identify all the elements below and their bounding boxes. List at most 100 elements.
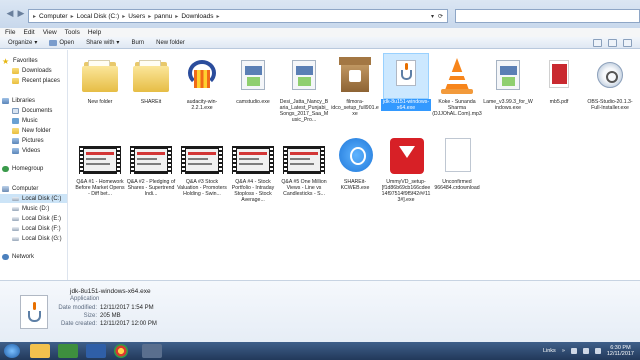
details-value: 205 MB	[100, 313, 121, 319]
vlc-cone-icon	[435, 54, 479, 98]
view-options-icon[interactable]	[593, 39, 602, 47]
help-icon[interactable]	[623, 39, 632, 47]
file-item[interactable]: Desi_Jatta_Nancy_Baria_Latest_Punjabi_So…	[280, 54, 328, 123]
share-with-button[interactable]: Share with ▾	[86, 39, 119, 47]
nav-computer[interactable]: Computer	[2, 184, 38, 193]
file-item[interactable]: Unconfirmed 966484.crdownload	[434, 134, 480, 191]
open-label: Open	[59, 39, 75, 46]
new-folder-button[interactable]: New folder	[156, 40, 185, 46]
file-item[interactable]: Q&A #4 - Stock Portfolio - Intraday Stop…	[230, 134, 276, 203]
links-toolbar[interactable]: Links	[543, 348, 556, 354]
file-item[interactable]: Koke - Sunanda Sharma (DJJOhAL.Com).mp3	[432, 54, 482, 117]
nav-local-disk-e[interactable]: Local Disk (E:)	[12, 214, 61, 223]
ummy-download-icon	[384, 134, 428, 178]
nav-label: New folder	[22, 127, 51, 134]
installer-icon	[231, 54, 275, 98]
file-label: Q&A #5 One Million Views - Line vs Candl…	[281, 179, 327, 197]
menu-view[interactable]: View	[43, 29, 57, 36]
file-item-selected[interactable]: jdk-8u151-windows-x64.exe	[381, 53, 431, 111]
nav-label: Music	[22, 117, 38, 124]
nav-libraries[interactable]: Libraries	[2, 96, 35, 105]
nav-network[interactable]: Network	[2, 252, 34, 261]
file-item[interactable]: filmora-idco_setup_full901.exe	[331, 54, 379, 117]
file-label: camstudio.exe	[236, 99, 270, 105]
video-thumbnail-icon	[231, 134, 275, 178]
nav-homegroup[interactable]: Homegroup	[2, 164, 43, 173]
breadcrumb-computer[interactable]: Computer	[39, 13, 68, 20]
nav-local-disk-f[interactable]: Local Disk (F:)	[12, 224, 61, 233]
open-button[interactable]: Open	[49, 39, 75, 46]
chevron-right-icon: ▸	[122, 13, 126, 20]
search-input[interactable]	[455, 9, 640, 23]
file-item[interactable]: Q&A #5 One Million Views - Line vs Candl…	[281, 134, 327, 197]
nav-label: Network	[12, 253, 35, 260]
drive-icon	[12, 236, 19, 241]
chevron-right-icon: ▸	[148, 13, 152, 20]
file-label: Lame_v3.99.3_for_Windows.exe	[483, 99, 533, 111]
file-item[interactable]: New folder	[77, 54, 123, 105]
file-label: SHAREit	[140, 99, 162, 105]
burn-button[interactable]: Burn	[131, 40, 144, 46]
nav-downloads[interactable]: Downloads	[12, 66, 52, 75]
nav-music[interactable]: Music	[12, 116, 38, 125]
file-item[interactable]: UmmyVD_setup-[f1d86b69cb166cdee14f97514f…	[382, 134, 430, 203]
menu-file[interactable]: File	[5, 29, 15, 36]
nav-recent-places[interactable]: Recent places	[12, 76, 60, 85]
menu-tools[interactable]: Tools	[65, 29, 80, 36]
window-app-icon[interactable]	[142, 344, 162, 358]
libraries-icon	[2, 97, 9, 104]
nav-label: Videos	[22, 147, 41, 154]
refresh-icon[interactable]: ⟳	[438, 13, 443, 20]
nav-label: Local Disk (C:)	[22, 195, 62, 202]
breadcrumb-users[interactable]: Users	[128, 13, 145, 20]
file-item[interactable]: mb5.pdf	[536, 54, 582, 105]
breadcrumb-local-disk[interactable]: Local Disk (C:)	[77, 13, 120, 20]
menu-edit[interactable]: Edit	[23, 29, 34, 36]
media-player-icon[interactable]	[86, 344, 106, 358]
shareit-icon	[333, 134, 377, 178]
open-icon	[49, 39, 58, 46]
nav-local-disk-g[interactable]: Local Disk (G:)	[12, 234, 62, 243]
clock[interactable]: 6:30 PM 12/11/2017	[607, 345, 634, 357]
breadcrumb-user[interactable]: pannu	[154, 13, 172, 20]
media-app-icon[interactable]	[58, 344, 78, 358]
breadcrumb-downloads[interactable]: Downloads	[181, 13, 213, 20]
file-item[interactable]: camstudio.exe	[230, 54, 276, 105]
nav-label: Documents	[22, 107, 53, 114]
explorer-icon[interactable]	[30, 344, 50, 358]
nav-music-d[interactable]: Music (D:)	[12, 204, 49, 213]
file-item[interactable]: Lame_v3.99.3_for_Windows.exe	[483, 54, 533, 111]
start-button[interactable]	[4, 344, 20, 358]
organize-button[interactable]: Organize ▾	[8, 39, 37, 47]
file-label: Koke - Sunanda Sharma (DJJOhAL.Com).mp3	[432, 99, 482, 117]
java-icon	[20, 295, 48, 329]
file-item[interactable]: audacity-win-2.2.1.exe	[179, 54, 225, 111]
file-item[interactable]: Q&A #3 Stock Valuation - Promoters Holdi…	[177, 134, 227, 197]
file-item[interactable]: SHAREit	[128, 54, 174, 105]
nav-favorites[interactable]: ★ Favorites	[2, 56, 38, 65]
nav-new-folder[interactable]: New folder	[12, 126, 51, 135]
blank-file-icon	[435, 134, 479, 178]
tray-arrow-icon[interactable]	[570, 348, 577, 354]
nav-local-disk-c[interactable]: Local Disk (C:)	[0, 194, 67, 203]
nav-documents[interactable]: Documents	[12, 106, 52, 115]
documents-icon	[12, 107, 19, 114]
forward-arrow-icon[interactable]: ▶	[15, 7, 27, 19]
preview-pane-icon[interactable]	[608, 39, 617, 47]
nav-label: Computer	[12, 185, 39, 192]
nav-pictures[interactable]: Pictures	[12, 136, 44, 145]
menu-help[interactable]: Help	[88, 29, 101, 36]
file-item[interactable]: OBS-Studio-20.1.3-Full-Installer.exe	[587, 54, 633, 111]
address-box[interactable]: ▸ Computer ▸ Local Disk (C:) ▸ Users ▸ p…	[28, 9, 448, 23]
file-label: New folder	[87, 99, 113, 105]
file-item[interactable]: Q&A #1 - Homework Before Market Opens - …	[75, 134, 125, 197]
volume-icon[interactable]	[594, 348, 601, 354]
chrome-icon[interactable]	[114, 344, 128, 358]
file-item[interactable]: SHAREit-KCWEB.exe	[332, 134, 378, 191]
file-item[interactable]: Q&A #2 - Pledging of Shares - Supertrend…	[127, 134, 175, 197]
dropdown-arrow-icon[interactable]: ▾	[431, 13, 434, 20]
nav-videos[interactable]: Videos	[12, 146, 40, 155]
navigation-pane: ★ Favorites Downloads Recent places Libra…	[0, 50, 68, 280]
chevron-right-icon[interactable]: »	[562, 348, 565, 354]
network-status-icon[interactable]	[582, 348, 589, 354]
